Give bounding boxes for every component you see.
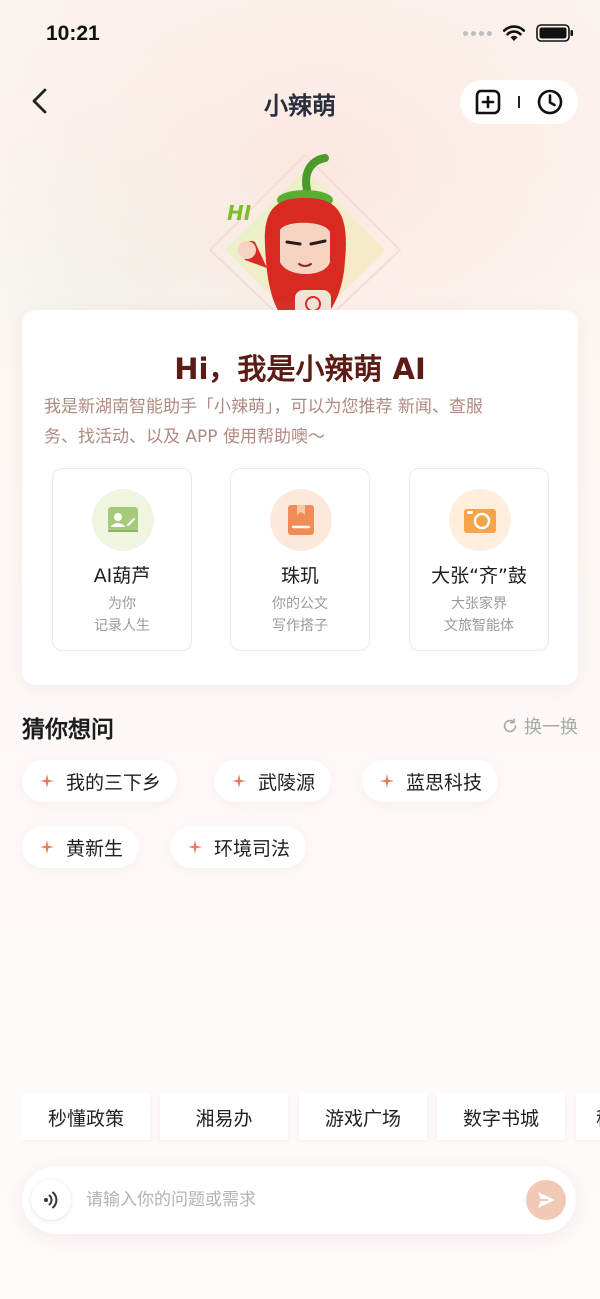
status-icons <box>463 24 574 42</box>
question-input[interactable] <box>86 1184 486 1216</box>
sparkle-icon <box>40 840 54 854</box>
suggestions-title: 猜你想问 <box>22 717 114 743</box>
shortcut-button[interactable]: 数字书城 <box>437 1094 565 1140</box>
suggestion-text: 黄新生 <box>66 837 124 860</box>
wifi-icon <box>502 25 526 41</box>
suggestion-text: 武陵源 <box>258 771 316 794</box>
status-time: 10:21 <box>46 22 100 45</box>
feature-desc-line: 大张家界 <box>451 596 507 612</box>
feature-list: AI葫芦 为你 记录人生 珠玑 你的公文 写作搭子 大张“齐”鼓 大张家界 文旅… <box>52 468 549 651</box>
suggestion-text: 我的三下乡 <box>66 771 162 794</box>
welcome-intro: 我是新湖南智能助手「小辣萌」，可以为您推荐 新闻、查服 务、找活动、以及 APP… <box>44 392 552 452</box>
intro-line-1: 我是新湖南智能助手「小辣萌」，可以为您推荐 新闻、查服 <box>44 397 483 417</box>
suggestion-chip[interactable]: 我的三下乡 <box>22 760 178 802</box>
suggestion-text: 蓝思科技 <box>406 771 483 794</box>
camera-icon <box>449 489 511 551</box>
send-icon <box>538 1192 555 1208</box>
refresh-button[interactable]: 换一换 <box>502 713 578 739</box>
signal-dots-icon <box>463 30 492 36</box>
suggestion-chip[interactable]: 武陵源 <box>214 760 332 802</box>
nav-bar: 小辣萌 <box>0 78 600 124</box>
welcome-card: Hi，我是小辣萌 AI 我是新湖南智能助手「小辣萌」，可以为您推荐 新闻、查服 … <box>22 310 578 685</box>
battery-icon <box>536 24 573 42</box>
feature-name: 大张“齐”鼓 <box>431 565 527 587</box>
refresh-label: 换一换 <box>524 717 578 738</box>
bookmark-icon <box>270 489 332 551</box>
suggestion-chip[interactable]: 环境司法 <box>170 826 307 868</box>
refresh-icon <box>503 718 517 733</box>
voice-input-button[interactable] <box>31 1180 71 1220</box>
feature-name: 珠玑 <box>280 565 319 587</box>
feature-desc: 你的公文 写作搭子 <box>231 593 369 637</box>
sparkle-icon <box>232 774 246 788</box>
svg-text:HI: HI <box>227 201 252 225</box>
feature-desc: 为你 记录人生 <box>53 593 191 637</box>
status-bar: 10:21 <box>0 0 600 70</box>
suggestion-text: 环境司法 <box>214 837 291 860</box>
send-button[interactable] <box>526 1180 566 1220</box>
feature-desc-line: 记录人生 <box>94 618 150 634</box>
sparkle-icon <box>40 774 54 788</box>
feature-card-ai-hulu[interactable]: AI葫芦 为你 记录人生 <box>52 468 192 651</box>
feature-desc: 大张家界 文旅智能体 <box>410 593 548 637</box>
feature-card-zhuji[interactable]: 珠玑 你的公文 写作搭子 <box>230 468 370 651</box>
sparkle-icon <box>380 774 394 788</box>
nav-actions <box>460 80 578 124</box>
chat-input-bar <box>22 1166 576 1234</box>
divider <box>518 96 520 108</box>
sparkle-icon <box>188 840 202 854</box>
id-card-icon <box>92 489 154 551</box>
welcome-title: Hi，我是小辣萌 AI <box>174 352 426 386</box>
history-clock-icon[interactable] <box>536 88 564 116</box>
suggestion-chip[interactable]: 黄新生 <box>22 826 140 868</box>
shortcut-strip: 秒懂政策 湘易办 游戏广场 数字书城 移 <box>22 1094 600 1142</box>
feature-desc-line: 你的公文 <box>272 596 328 612</box>
feature-desc-line: 为你 <box>108 596 136 612</box>
shortcut-button[interactable]: 游戏广场 <box>299 1094 427 1140</box>
voice-wave-icon <box>44 1191 58 1209</box>
shortcut-button[interactable]: 移 <box>576 1094 600 1140</box>
new-chat-icon[interactable] <box>474 88 502 116</box>
feature-name: AI葫芦 <box>93 565 151 587</box>
feature-desc-line: 写作搭子 <box>272 618 328 634</box>
intro-line-2: 务、找活动、以及 APP 使用帮助噢～ <box>44 427 325 447</box>
feature-desc-line: 文旅智能体 <box>444 618 514 634</box>
shortcut-button[interactable]: 秒懂政策 <box>22 1094 150 1140</box>
feature-card-dazhang[interactable]: 大张“齐”鼓 大张家界 文旅智能体 <box>409 468 549 651</box>
suggestion-chip[interactable]: 蓝思科技 <box>362 760 499 802</box>
shortcut-button[interactable]: 湘易办 <box>160 1094 288 1140</box>
